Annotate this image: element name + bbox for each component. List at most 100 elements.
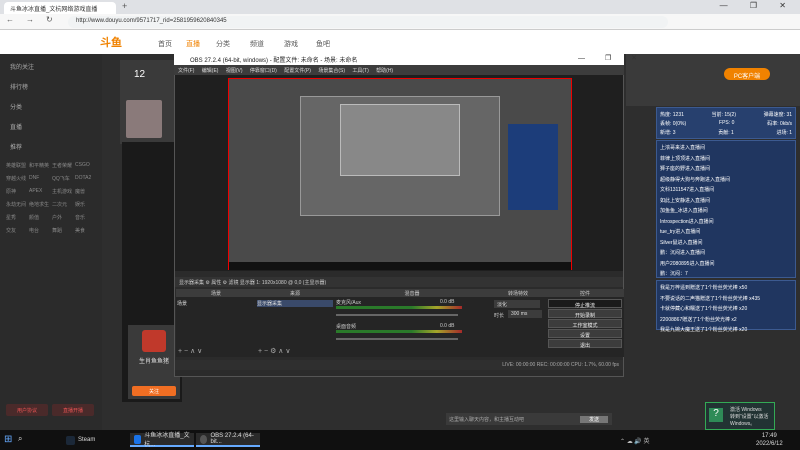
reload-icon[interactable]: ↻ xyxy=(46,15,53,24)
taskbar-app-label: Steam xyxy=(78,437,96,443)
steam-icon xyxy=(66,435,75,445)
obs-menu-tools[interactable]: 工具(T) xyxy=(352,68,368,74)
sidebar-category-item[interactable]: DOTA2 xyxy=(75,175,98,182)
follow-button[interactable]: 关注 xyxy=(132,386,176,396)
sidebar-category-item[interactable]: 二次元 xyxy=(52,201,75,208)
obs-menu-profile[interactable]: 配置文件(P) xyxy=(284,68,311,74)
sidebar-item-category[interactable]: 分类 xyxy=(10,102,22,111)
nav-home[interactable]: 首页 xyxy=(158,39,172,49)
chat-message: 鹏：沉闷：7 xyxy=(660,271,688,277)
gift-message-list[interactable]: 我是万梓遥到赠送了1个粉丝荧光棒 x50 不要说话的二声猫赠送了1个粉丝荧光棒 x… xyxy=(656,280,796,333)
chat-send-button[interactable]: 发送 xyxy=(580,416,608,423)
sidebar-category-item[interactable]: 舞蹈 xyxy=(52,227,75,234)
sidebar-category-item[interactable]: 颜值 xyxy=(29,214,52,221)
forward-icon[interactable]: → xyxy=(26,15,34,24)
pc-client-button[interactable]: PC客户端 xyxy=(724,68,770,80)
search-icon[interactable]: ⌕ xyxy=(18,434,22,444)
settings-button[interactable]: 设置 xyxy=(548,329,622,339)
stats-label: FPS: 0 xyxy=(719,120,735,126)
transition-duration-input[interactable]: 300 ms xyxy=(508,310,542,318)
chat-message: Silver鼠进入直播间 xyxy=(660,239,703,246)
start-recording-button[interactable]: 开始录制 xyxy=(548,309,622,319)
nav-game[interactable]: 游戏 xyxy=(284,39,298,49)
preview-chat-panel xyxy=(508,124,558,210)
sidebar-category-item[interactable]: 和平精英 xyxy=(29,162,52,169)
mixer-mic-db: 0.0 dB xyxy=(440,299,455,305)
sidebar-category-item[interactable]: 原神 xyxy=(6,188,29,195)
obs-source-toolbar[interactable]: 显示器采集 ⚙ 属性 ⚙ 滤镜 显示器 1: 1920x1080 @ 0,0 (… xyxy=(175,277,623,287)
new-tab-button[interactable]: + xyxy=(122,1,127,11)
chat-message: 狮子座的野进入直播间 xyxy=(660,166,711,172)
sidebar-category-item[interactable]: 穿越火线 xyxy=(6,175,29,182)
obs-menu-bar: 文件(F) 编辑(E) 视图(V) 停靠窗口(D) 配置文件(P) 场景集合(S… xyxy=(174,65,624,75)
sidebar-item-follow[interactable]: 我的关注 xyxy=(10,62,34,71)
chat-message-list[interactable]: 上浓哥来进入直播间 菲律上顶顶进入直播间 狮子座的野进入直播间 超级静得大狗与奔跑进入… xyxy=(656,140,796,288)
nav-live[interactable]: 直播 xyxy=(186,39,200,49)
source-tools[interactable]: + − ⚙ ∧ ∨ xyxy=(258,347,290,355)
sidebar-category-item[interactable]: APEX xyxy=(29,188,52,195)
nav-channel[interactable]: 频道 xyxy=(250,39,264,49)
sidebar-item-rank[interactable]: 排行榜 xyxy=(10,82,28,91)
obs-menu-edit[interactable]: 编辑(E) xyxy=(202,68,219,74)
sidebar-category-item[interactable]: 英雄联盟 xyxy=(6,162,29,169)
sidebar-category-item[interactable]: QQ飞车 xyxy=(52,175,75,182)
sidebar-category-item[interactable]: 永劫无间 xyxy=(6,201,29,208)
exit-button[interactable]: 退出 xyxy=(548,339,622,349)
chat-message: 文科1311547进入直播间 xyxy=(660,187,715,193)
taskbar-clock[interactable]: 17:49 2022/6/12 xyxy=(756,432,783,448)
nav-category[interactable]: 分类 xyxy=(216,39,230,49)
sidebar-category-item[interactable]: 户外 xyxy=(52,214,75,221)
obs-title-bar[interactable]: OBS 27.2.4 (64-bit, windows) - 配置文件: 未命名… xyxy=(174,53,624,65)
stats-label: 丢帧: 0(0%) xyxy=(660,121,687,127)
obs-window-controls[interactable]: — ❐ ✕ xyxy=(578,54,646,62)
sidebar-category-item[interactable]: 王者荣耀 xyxy=(52,162,75,169)
obs-menu-scenes[interactable]: 场景集合(S) xyxy=(318,68,345,74)
taskbar-app-label: OBS 27.2.4 (64-bit... xyxy=(210,433,254,445)
browser-window-controls[interactable]: — ❐ ✕ xyxy=(720,1,796,10)
controls-dock-header: 控件 xyxy=(546,289,624,297)
taskbar-app-browser[interactable]: 斗鱼冰冰直播_文杭... xyxy=(130,433,194,448)
transitions-dock-header: 转场特效 xyxy=(490,289,546,297)
sidebar-category-item[interactable]: 交友 xyxy=(6,227,29,234)
room-name: 生肖鱼鱼猪 xyxy=(138,359,169,365)
taskbar-app-steam[interactable]: Steam xyxy=(62,433,126,447)
obs-menu-docks[interactable]: 停靠窗口(D) xyxy=(250,68,277,74)
sidebar-category-item[interactable]: 娱乐 xyxy=(75,201,98,208)
studio-mode-button[interactable]: 工作室模式 xyxy=(548,319,622,329)
obs-menu-help[interactable]: 帮助(H) xyxy=(376,68,393,74)
taskbar-app-obs[interactable]: OBS 27.2.4 (64-bit... xyxy=(196,433,260,447)
back-icon[interactable]: ← xyxy=(6,15,14,24)
sidebar-category-item[interactable]: 音乐 xyxy=(75,214,98,221)
transition-select[interactable]: 淡化 xyxy=(494,300,540,308)
sidebar-category-item[interactable]: 魔兽 xyxy=(75,188,98,195)
sidebar-agreement-button[interactable]: 用户协议 xyxy=(6,404,48,416)
windows-start-icon[interactable]: ⊞ xyxy=(4,434,12,445)
site-logo[interactable]: 斗鱼 xyxy=(100,34,122,50)
sidebar-item-recommend[interactable]: 推荐 xyxy=(10,142,22,151)
obs-menu-view[interactable]: 视图(V) xyxy=(226,68,243,74)
obs-menu-file[interactable]: 文件(F) xyxy=(178,68,194,74)
sidebar-category-item[interactable]: 绝地求生 xyxy=(29,201,52,208)
help-icon: ? xyxy=(709,408,723,422)
stop-streaming-button[interactable]: 停止推流 xyxy=(548,299,622,309)
sidebar-category-item[interactable]: 主机游戏 xyxy=(52,188,75,195)
avatar[interactable] xyxy=(126,100,162,138)
scene-tools[interactable]: + − ∧ ∨ xyxy=(178,347,202,355)
sidebar-category-item[interactable]: CSGO xyxy=(75,162,98,169)
sidebar-category-item[interactable]: 电台 xyxy=(29,227,52,234)
url-input[interactable]: http://www.douyu.com/9571717_rid=2581959… xyxy=(68,16,668,28)
stats-label: 进场: 1 xyxy=(776,130,792,136)
scene-list-item[interactable]: 场景 xyxy=(177,300,255,307)
sidebar-category-item[interactable]: 星秀 xyxy=(6,214,29,221)
mixer-desktop-volume-slider[interactable] xyxy=(336,338,458,340)
sidebar-category-item[interactable]: 美食 xyxy=(75,227,98,234)
nav-fishbar[interactable]: 鱼吧 xyxy=(316,39,330,49)
clock-date: 2022/6/12 xyxy=(756,441,783,447)
mixer-mic-volume-slider[interactable] xyxy=(336,314,458,316)
sidebar-category-item[interactable]: DNF xyxy=(29,175,52,182)
sidebar-golive-button[interactable]: 直播开播 xyxy=(52,404,94,416)
source-list-item[interactable]: 显示器采集 xyxy=(257,300,333,307)
system-tray[interactable]: ⌃ ☁ 🔊 英 xyxy=(620,436,650,445)
sidebar-item-live[interactable]: 直播 xyxy=(10,122,22,131)
browser-tab[interactable]: 斗鱼冰冰直播_文杭网络游戏直播 xyxy=(4,2,116,14)
